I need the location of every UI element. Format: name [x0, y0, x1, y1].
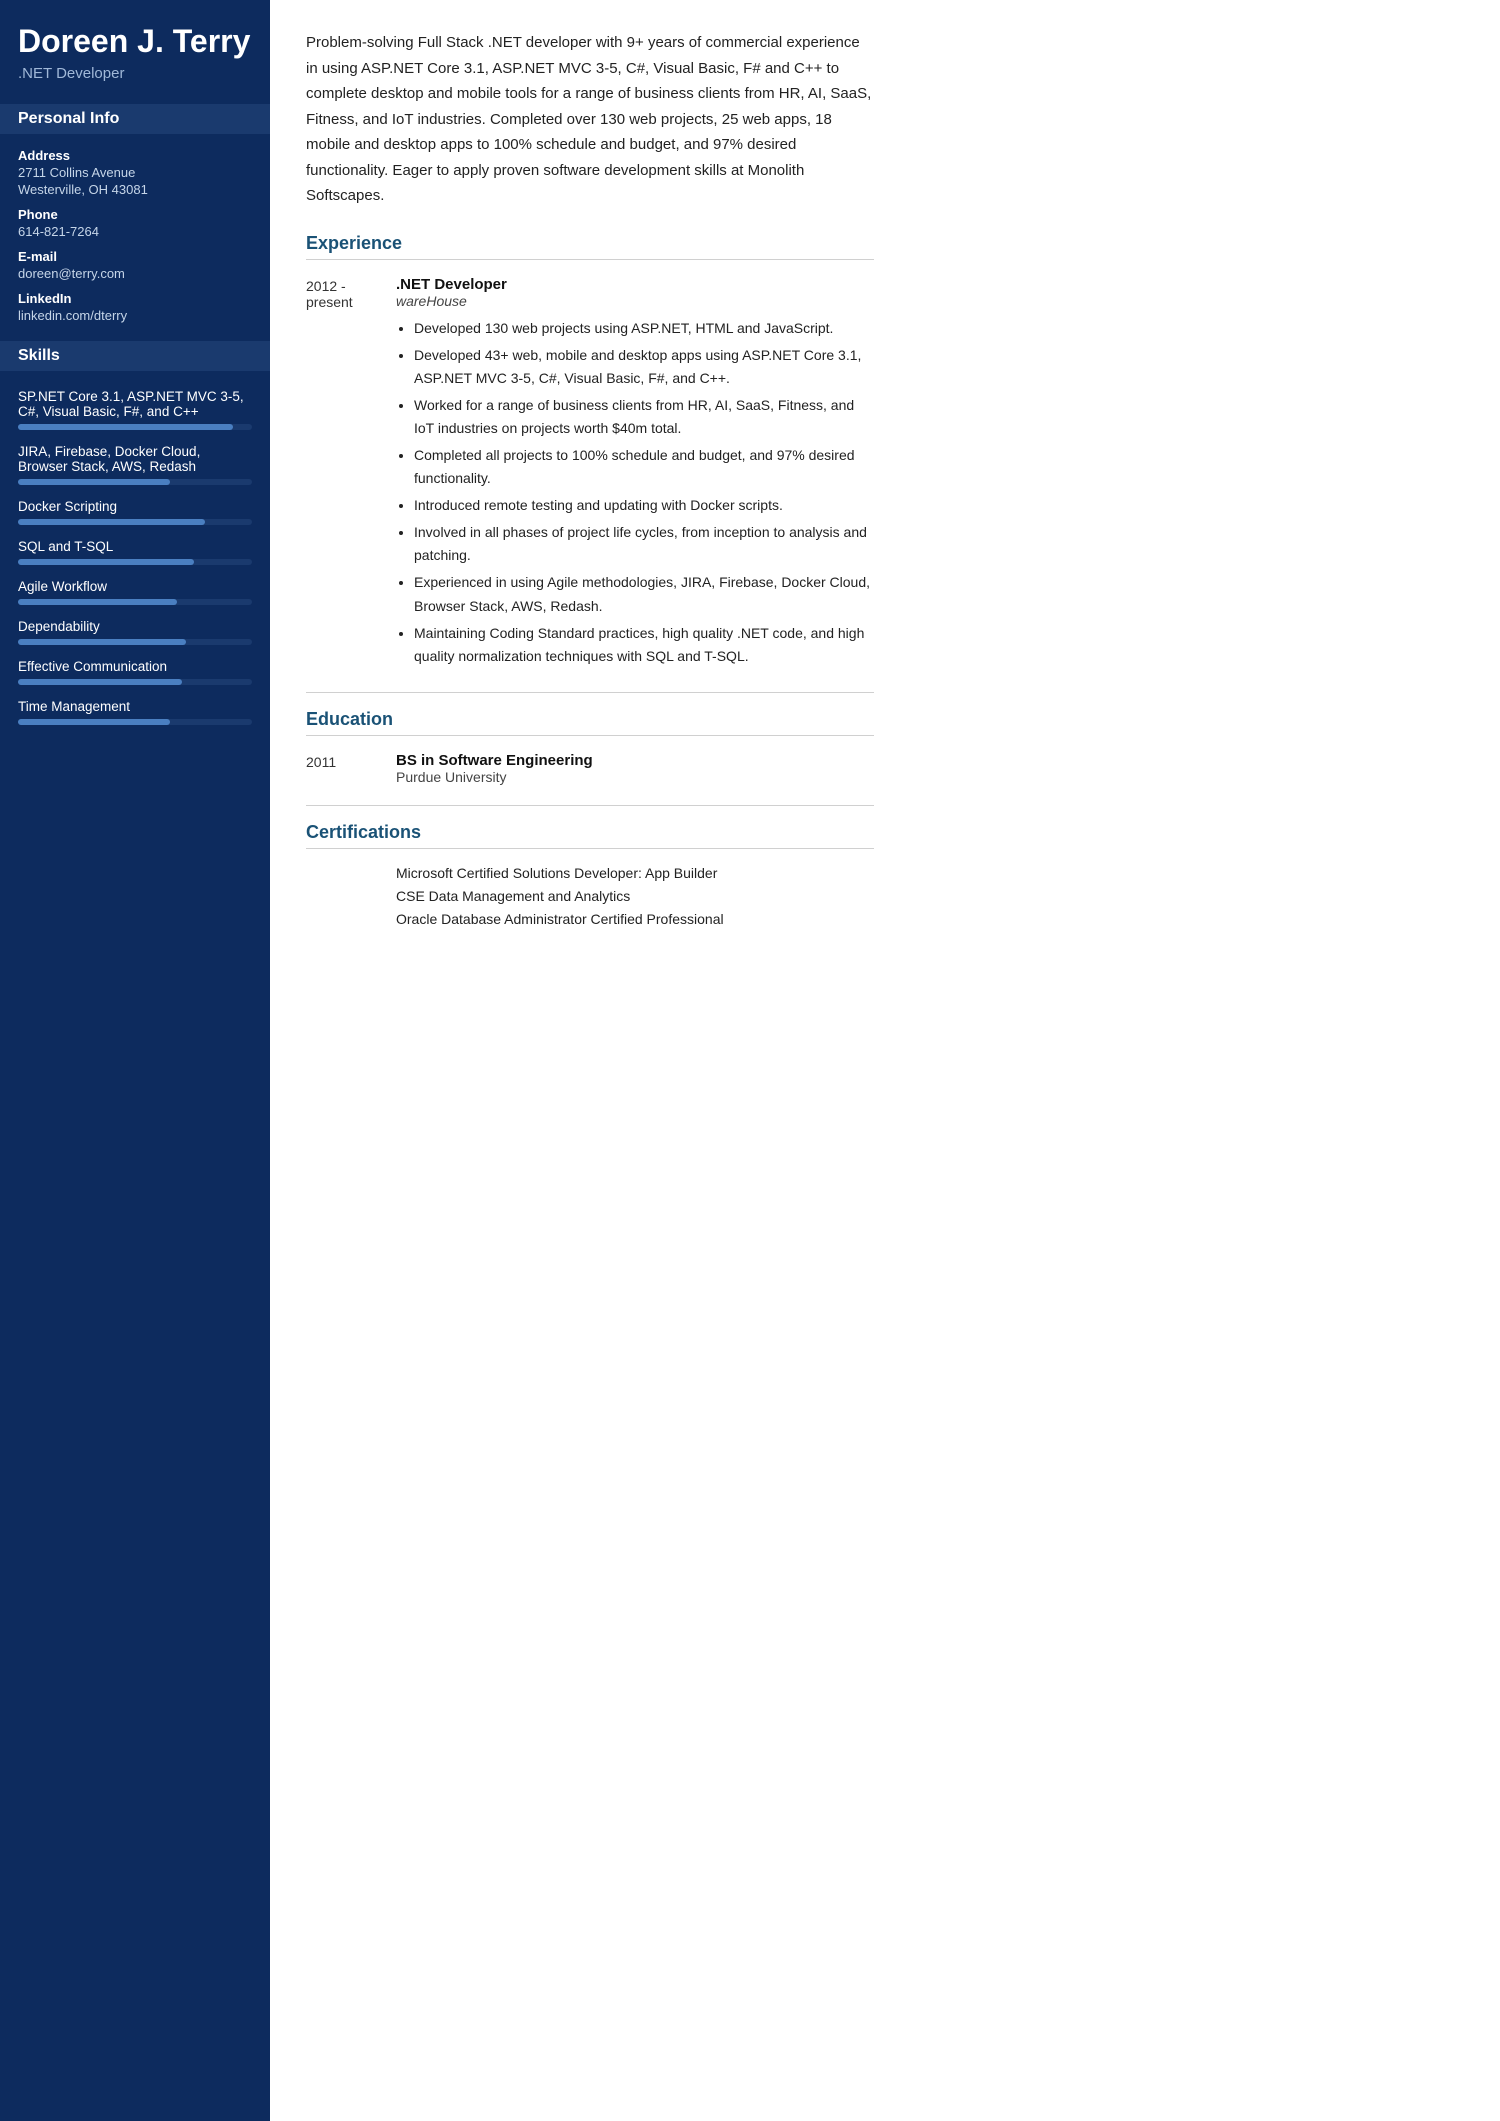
bullet-item: Introduced remote testing and updating w…: [414, 494, 874, 517]
bullet-item: Completed all projects to 100% schedule …: [414, 444, 874, 490]
sidebar: Doreen J. Terry .NET Developer Personal …: [0, 0, 270, 2121]
skill-bar-bg: [18, 559, 252, 565]
skill-bar-fill: [18, 479, 170, 485]
personal-info-section-title: Personal Info: [0, 104, 270, 134]
skill-name: SQL and T-SQL: [18, 539, 252, 554]
skill-bar-fill: [18, 559, 194, 565]
skill-bar-bg: [18, 424, 252, 430]
contact-block: Address 2711 Collins Avenue Westerville,…: [18, 148, 252, 323]
exp-company: wareHouse: [396, 293, 874, 309]
certifications-section-title: Certifications: [306, 822, 874, 849]
education-item: 2011 BS in Software Engineering Purdue U…: [306, 752, 874, 785]
skill-item: Effective Communication: [18, 659, 252, 685]
skill-bar-bg: [18, 639, 252, 645]
exp-date: 2012 - present: [306, 276, 396, 672]
candidate-title: .NET Developer: [18, 65, 252, 82]
edu-school: Purdue University: [396, 769, 593, 785]
address-line2: Westerville, OH 43081: [18, 182, 252, 197]
skill-bar-bg: [18, 679, 252, 685]
skill-bar-fill: [18, 519, 205, 525]
linkedin-value: linkedin.com/dterry: [18, 308, 252, 323]
address-line1: 2711 Collins Avenue: [18, 165, 252, 180]
certifications-list: Microsoft Certified Solutions Developer:…: [306, 865, 874, 927]
education-section-title: Education: [306, 709, 874, 736]
skill-bar-bg: [18, 599, 252, 605]
summary-text: Problem-solving Full Stack .NET develope…: [306, 30, 874, 209]
bullet-item: Developed 130 web projects using ASP.NET…: [414, 317, 874, 340]
skill-name: JIRA, Firebase, Docker Cloud, Browser St…: [18, 444, 252, 474]
education-section: 2011 BS in Software Engineering Purdue U…: [306, 752, 874, 785]
skill-name: Effective Communication: [18, 659, 252, 674]
bullet-item: Involved in all phases of project life c…: [414, 521, 874, 567]
cert-item: Microsoft Certified Solutions Developer:…: [396, 865, 874, 881]
experience-section: 2012 - present .NET Developer wareHouse …: [306, 276, 874, 672]
bullet-item: Maintaining Coding Standard practices, h…: [414, 622, 874, 668]
skill-bar-fill: [18, 719, 170, 725]
skill-item: JIRA, Firebase, Docker Cloud, Browser St…: [18, 444, 252, 485]
skill-bar-bg: [18, 519, 252, 525]
main-content: Problem-solving Full Stack .NET develope…: [270, 0, 910, 2121]
skills-section-title: Skills: [0, 341, 270, 371]
bullet-item: Experienced in using Agile methodologies…: [414, 571, 874, 617]
edu-content: BS in Software Engineering Purdue Univer…: [396, 752, 593, 785]
skill-bar-bg: [18, 719, 252, 725]
bullet-item: Developed 43+ web, mobile and desktop ap…: [414, 344, 874, 390]
email-label: E-mail: [18, 249, 252, 264]
exp-job-title: .NET Developer: [396, 276, 874, 293]
skill-item: SP.NET Core 3.1, ASP.NET MVC 3-5, C#, Vi…: [18, 389, 252, 430]
skill-name: Docker Scripting: [18, 499, 252, 514]
skill-item: Docker Scripting: [18, 499, 252, 525]
cert-item: Oracle Database Administrator Certified …: [396, 911, 874, 927]
exp-content: .NET Developer wareHouse Developed 130 w…: [396, 276, 874, 672]
skill-item: Agile Workflow: [18, 579, 252, 605]
skills-list: SP.NET Core 3.1, ASP.NET MVC 3-5, C#, Vi…: [18, 389, 252, 725]
skill-name: Time Management: [18, 699, 252, 714]
candidate-name: Doreen J. Terry: [18, 24, 252, 59]
skill-bar-fill: [18, 599, 177, 605]
skill-name: SP.NET Core 3.1, ASP.NET MVC 3-5, C#, Vi…: [18, 389, 252, 419]
certifications-section: Microsoft Certified Solutions Developer:…: [306, 865, 874, 927]
edu-degree: BS in Software Engineering: [396, 752, 593, 769]
skill-name: Dependability: [18, 619, 252, 634]
edu-date: 2011: [306, 752, 396, 785]
linkedin-label: LinkedIn: [18, 291, 252, 306]
bullet-item: Worked for a range of business clients f…: [414, 394, 874, 440]
skill-item: Time Management: [18, 699, 252, 725]
skill-item: Dependability: [18, 619, 252, 645]
skill-bar-fill: [18, 424, 233, 430]
skill-name: Agile Workflow: [18, 579, 252, 594]
cert-item: CSE Data Management and Analytics: [396, 888, 874, 904]
address-label: Address: [18, 148, 252, 163]
experience-item: 2012 - present .NET Developer wareHouse …: [306, 276, 874, 672]
skill-item: SQL and T-SQL: [18, 539, 252, 565]
phone-value: 614-821-7264: [18, 224, 252, 239]
skill-bar-fill: [18, 639, 186, 645]
email-value: doreen@terry.com: [18, 266, 252, 281]
experience-section-title: Experience: [306, 233, 874, 260]
skill-bar-fill: [18, 679, 182, 685]
exp-bullets: Developed 130 web projects using ASP.NET…: [396, 317, 874, 668]
skill-bar-bg: [18, 479, 252, 485]
phone-label: Phone: [18, 207, 252, 222]
